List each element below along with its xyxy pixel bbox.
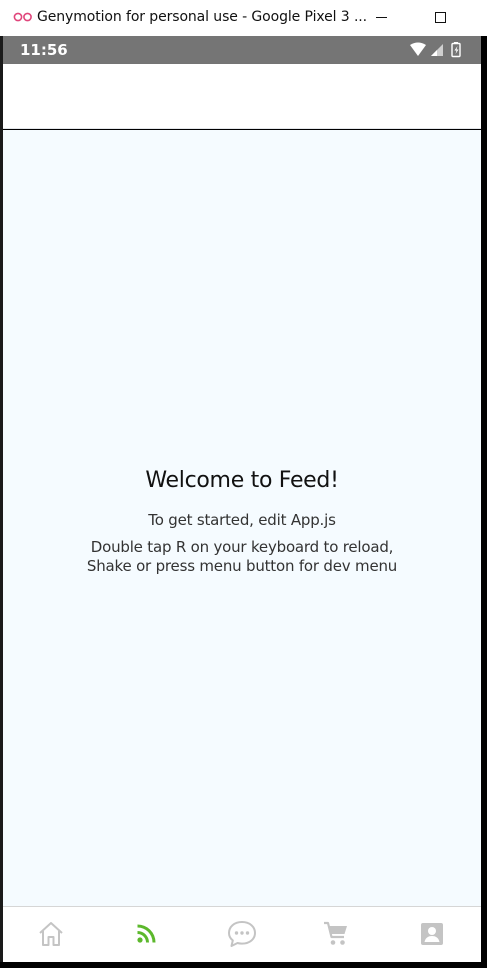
- reload-line-1: Double tap R on your keyboard to reload,: [90, 538, 394, 556]
- window-titlebar: Genymotion for personal use - Google Pix…: [0, 0, 487, 36]
- chat-bubble-icon: [228, 921, 256, 947]
- reload-line-2: Shake or press menu button for dev menu: [86, 557, 398, 575]
- android-status-bar: 11:56: [3, 36, 481, 64]
- status-icons: [410, 42, 461, 58]
- minimize-button[interactable]: [370, 6, 394, 30]
- home-icon: [39, 922, 63, 946]
- status-time: 11:56: [20, 41, 68, 59]
- minimize-icon: [376, 17, 387, 18]
- account-box-icon: [421, 923, 443, 945]
- wifi-icon: [410, 42, 426, 56]
- device-frame-right-edge: [481, 36, 487, 968]
- battery-icon: [451, 42, 461, 58]
- rss-feed-icon: [137, 924, 156, 943]
- tab-chat[interactable]: [226, 919, 258, 949]
- bottom-tab-bar: [3, 906, 481, 962]
- reload-instructions: Double tap R on your keyboard to reload,…: [3, 538, 481, 576]
- welcome-heading: Welcome to Feed!: [145, 468, 339, 493]
- app-header: [3, 64, 481, 129]
- maximize-button[interactable]: [429, 6, 453, 30]
- tab-profile[interactable]: [416, 919, 448, 949]
- tab-cart[interactable]: [320, 919, 352, 949]
- genymotion-logo-icon: [13, 12, 32, 22]
- cell-signal-icon: [431, 44, 443, 56]
- feed-screen-content: Welcome to Feed! To get started, edit Ap…: [3, 130, 481, 906]
- device-frame-bottom-edge: [0, 962, 487, 968]
- tab-home[interactable]: [35, 919, 67, 949]
- shopping-cart-icon: [324, 921, 347, 945]
- window-title: Genymotion for personal use - Google Pix…: [37, 9, 367, 25]
- maximize-icon: [435, 12, 446, 23]
- instructions-text: To get started, edit App.js: [148, 511, 336, 529]
- tab-feed[interactable]: [130, 919, 162, 949]
